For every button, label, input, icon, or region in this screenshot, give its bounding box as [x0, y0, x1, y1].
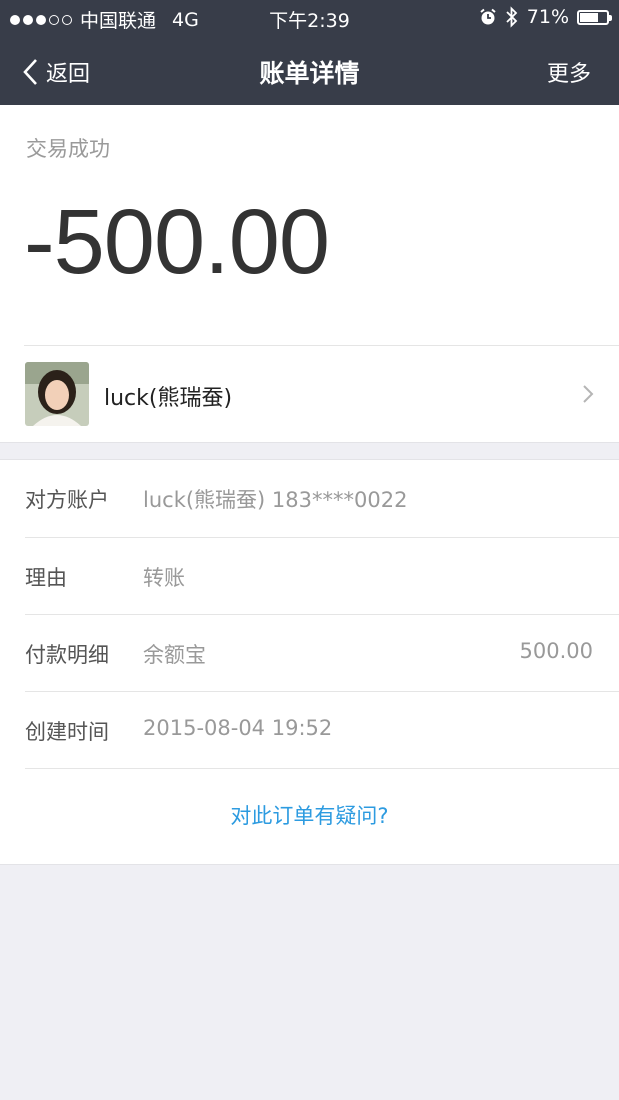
detail-value: 余额宝 [143, 643, 206, 667]
detail-label: 理由 [25, 566, 67, 590]
detail-label: 付款明细 [25, 643, 109, 667]
detail-value: luck(熊瑞蚕) 183****0022 [143, 488, 408, 512]
detail-amount: 500.00 [519, 639, 593, 663]
detail-label: 创建时间 [25, 720, 109, 744]
status-bar: 中国联通 4G 下午2:39 71% [0, 0, 619, 36]
transaction-summary: 交易成功 -500.00 luck(熊瑞蚕) [0, 105, 619, 443]
top-bar: 中国联通 4G 下午2:39 71% 返回 账单详情 更多 [0, 0, 619, 105]
detail-label: 对方账户 [25, 488, 109, 512]
detail-row-reason: 理由 转账 [0, 538, 619, 615]
alarm-icon [480, 8, 496, 25]
avatar [25, 362, 89, 426]
counterparty-row[interactable]: luck(熊瑞蚕) [0, 346, 619, 442]
battery-percent: 71% [526, 6, 569, 28]
page-title: 账单详情 [259, 59, 360, 88]
detail-value: 2015-08-04 19:52 [143, 716, 333, 740]
status-right: 71% [479, 6, 612, 28]
detail-row-created: 创建时间 2015-08-04 19:52 [0, 692, 619, 769]
divider [25, 768, 619, 769]
detail-row-payment: 付款明细 余额宝 500.00 [0, 615, 619, 692]
bluetooth-icon [506, 6, 518, 28]
transaction-status: 交易成功 [26, 137, 110, 161]
more-button[interactable]: 更多 [547, 56, 591, 88]
chevron-right-icon [583, 385, 594, 403]
transaction-details: 对方账户 luck(熊瑞蚕) 183****0022 理由 转账 付款明细 余额… [0, 459, 619, 865]
detail-value: 转账 [143, 566, 185, 590]
detail-row-account: 对方账户 luck(熊瑞蚕) 183****0022 [0, 460, 619, 537]
battery-icon [577, 9, 612, 25]
order-question-link[interactable]: 对此订单有疑问? [0, 800, 619, 830]
counterparty-name: luck(熊瑞蚕) [104, 386, 233, 411]
transaction-amount: -500.00 [24, 191, 330, 293]
nav-bar: 返回 账单详情 更多 [0, 36, 619, 105]
